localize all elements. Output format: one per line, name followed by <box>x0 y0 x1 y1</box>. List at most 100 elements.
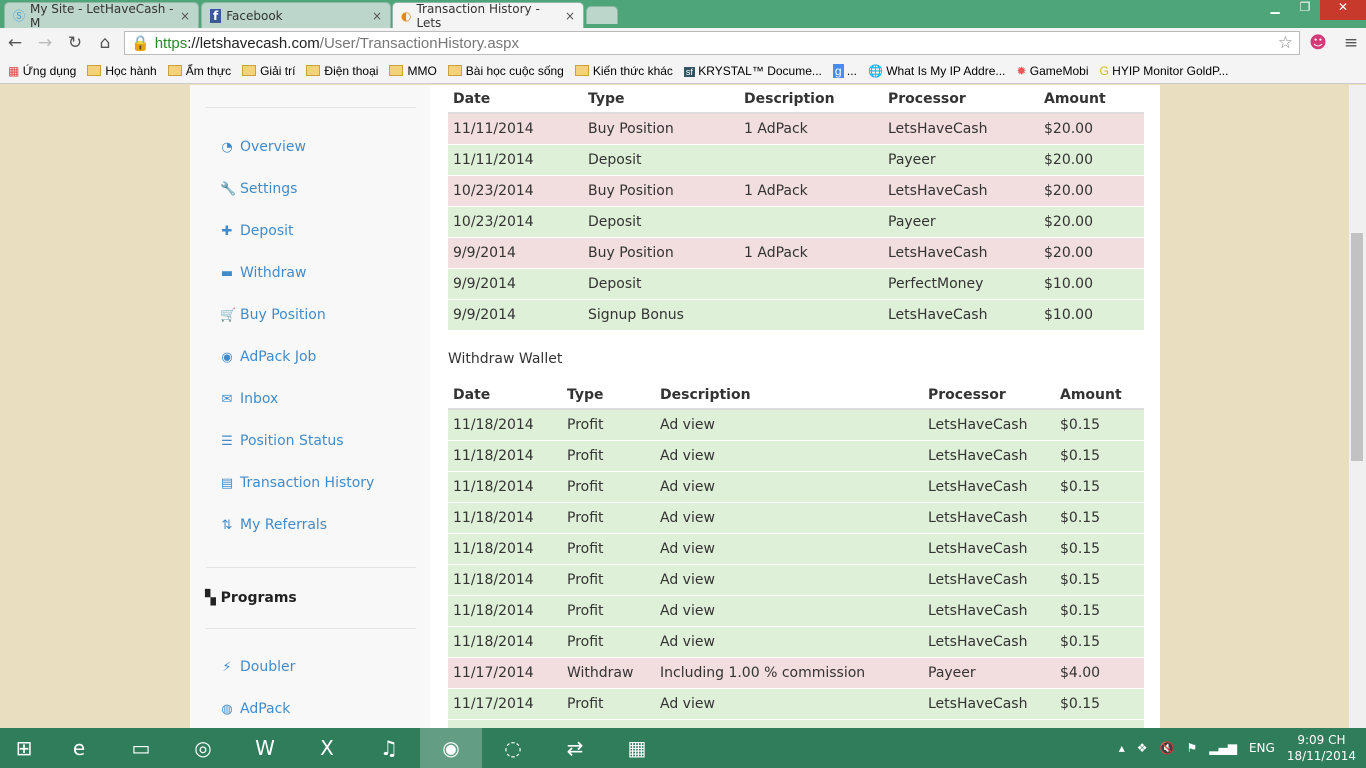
table-cell: Signup Bonus <box>583 298 739 330</box>
column-header: Amount <box>1039 85 1144 114</box>
explorer-icon[interactable]: ▭ <box>110 728 172 768</box>
chrome-icon[interactable]: ◉ <box>420 728 482 768</box>
table-cell: Withdraw <box>562 656 655 688</box>
sidebar-item-overview[interactable]: ◔ Overview <box>220 139 306 155</box>
table-cell: Profit <box>562 594 655 626</box>
close-icon[interactable]: × <box>565 9 575 23</box>
table-cell: Profit <box>562 439 655 471</box>
hyip-icon: G <box>1099 63 1109 78</box>
table-cell: LetsHaveCash <box>923 470 1055 502</box>
signal-icon[interactable]: ▂▄▆ <box>1209 741 1237 755</box>
bookmark-gamemobi[interactable]: ✹ GameMobi <box>1016 64 1088 78</box>
reload-button[interactable]: ↻ <box>60 33 90 53</box>
close-icon[interactable]: × <box>372 9 382 23</box>
sidebar: ◔ Overview 🔧 Settings ✚ Deposit ▬ Withdraw 🛒 Buy … <box>190 85 430 728</box>
scrollbar-thumb[interactable] <box>1351 233 1363 461</box>
ie-icon[interactable]: e <box>48 728 110 768</box>
close-window-button[interactable]: ✕ <box>1320 0 1366 20</box>
calculator-icon[interactable]: ▦ <box>606 728 668 768</box>
excel-icon[interactable]: X <box>296 728 358 768</box>
close-icon[interactable]: × <box>180 9 190 23</box>
tab-my-site[interactable]: Ⓢ My Site - LetHaveCash - M × <box>4 1 199 30</box>
table-row: 11/11/2014 Deposit Payeer $20.00 <box>448 143 1144 175</box>
bookmark-folder[interactable]: Giải trí <box>242 64 295 78</box>
table-cell <box>562 718 655 728</box>
tab-facebook[interactable]: f Facebook × <box>201 2 391 28</box>
table-cell: 11/18/2014 <box>448 408 562 440</box>
sidebar-item-buy-position[interactable]: 🛒 Buy Position <box>220 307 326 323</box>
bookmark-krystal[interactable]: sf KRYSTAL™ Docume... <box>683 64 822 78</box>
column-header: Amount <box>1055 381 1144 410</box>
teamviewer-icon[interactable]: ⇄ <box>544 728 606 768</box>
browser-icon[interactable]: ◌ <box>482 728 544 768</box>
sidebar-item-inbox[interactable]: ✉ Inbox <box>220 391 279 407</box>
restore-button[interactable]: ❐ <box>1290 0 1320 20</box>
bookmark-folder[interactable]: Điện thoại <box>306 64 378 78</box>
table-cell: 1 AdPack <box>739 112 883 144</box>
table-cell: Deposit <box>583 143 739 175</box>
table-row: 11/18/2014 Profit Ad view LetsHaveCash $0.15 <box>448 470 1144 502</box>
sidebar-item-adpack[interactable]: ◍ AdPack <box>220 701 290 717</box>
dropbox-icon[interactable]: ❖ <box>1137 741 1148 755</box>
table-cell: $0.15 <box>1055 532 1144 564</box>
table-row: 11/18/2014 Profit Ad view LetsHaveCash $0.15 <box>448 594 1144 626</box>
sidebar-item-label: My Referrals <box>240 517 328 533</box>
sidebar-item-settings[interactable]: 🔧 Settings <box>220 181 297 197</box>
sidebar-item-adpack-job[interactable]: ◉ AdPack Job <box>220 349 316 365</box>
star-icon[interactable]: ☆ <box>1278 33 1293 53</box>
bookmark-folder[interactable]: Bài học cuộc sống <box>447 64 564 78</box>
column-header: Processor <box>883 85 1039 114</box>
bookmark-folder[interactable]: Kiến thức khác <box>574 64 673 78</box>
minimize-button[interactable]: ▁ <box>1260 0 1290 20</box>
table-cell: Payeer <box>923 656 1055 688</box>
table-cell: Profit <box>562 408 655 440</box>
table-cell: $0.15 <box>1055 501 1144 533</box>
table-cell: $20.00 <box>1039 205 1144 237</box>
table-cell: LetsHaveCash <box>883 174 1039 206</box>
menu-icon[interactable]: ≡ <box>1336 33 1366 53</box>
clock[interactable]: 9:09 CH 18/11/2014 <box>1287 732 1356 764</box>
folder-icon <box>574 64 589 76</box>
bookmark-folder[interactable]: Học hành <box>87 64 157 78</box>
action-center-icon[interactable]: ⚑ <box>1187 741 1198 755</box>
sidebar-item-doubler[interactable]: ⚡ Doubler <box>220 659 295 675</box>
folder-icon <box>167 64 182 76</box>
home-button[interactable]: ⌂ <box>90 33 120 53</box>
programs-heading: ▚ Programs <box>205 590 297 606</box>
sidebar-item-withdraw[interactable]: ▬ Withdraw <box>220 265 307 281</box>
bookmark-whatismyip[interactable]: 🌐 What Is My IP Addre... <box>868 64 1005 78</box>
back-button[interactable]: ← <box>0 33 30 53</box>
bookmark-google[interactable]: g ... <box>832 63 857 78</box>
bookmarks-bar: ▦ Ứng dụng Học hành Ẩm thực Giải trí Điệ… <box>0 58 1366 84</box>
table-cell: 11/18/2014 <box>448 563 562 595</box>
sidebar-item-my-referrals[interactable]: ⇅ My Referrals <box>220 517 328 533</box>
sidebar-item-deposit[interactable]: ✚ Deposit <box>220 223 294 239</box>
bookmark-apps[interactable]: ▦ Ứng dụng <box>8 64 76 78</box>
tab-title: My Site - LetHaveCash - M <box>30 1 174 30</box>
sidebar-item-position-status[interactable]: ☰ Position Status <box>220 433 343 449</box>
show-hidden-icons[interactable]: ▴ <box>1119 741 1125 755</box>
itunes-icon[interactable]: ♫ <box>358 728 420 768</box>
bookmark-folder[interactable]: MMO <box>389 64 437 78</box>
word-icon[interactable]: W <box>234 728 296 768</box>
extension-icon[interactable]: ☻ <box>1303 33 1333 53</box>
app-icon[interactable]: ◎ <box>172 728 234 768</box>
folder-icon <box>447 64 462 76</box>
bookmark-hyip[interactable]: G HYIP Monitor GoldP... <box>1099 64 1228 78</box>
start-icon[interactable]: ⊞ <box>0 728 48 768</box>
volume-muted-icon[interactable]: 🔇 <box>1160 741 1175 755</box>
table-cell: $10.00 <box>1039 267 1144 299</box>
tab-transaction-history[interactable]: ◐ Transaction History - Lets × <box>392 2 584 30</box>
table-cell: 11/18/2014 <box>448 532 562 564</box>
bookmark-folder[interactable]: Ẩm thực <box>167 64 231 78</box>
google-icon: g <box>832 63 844 78</box>
table-cell: Ad view <box>655 470 923 502</box>
table-cell: 10/23/2014 <box>448 205 583 237</box>
table-header: Date Type Description Processor Amount <box>448 381 1144 410</box>
language-indicator[interactable]: ENG <box>1249 741 1275 755</box>
sidebar-item-transaction-history[interactable]: ▤ Transaction History <box>220 475 375 491</box>
forward-button[interactable]: → <box>30 33 60 53</box>
scrollbar[interactable] <box>1349 85 1366 728</box>
new-tab-button[interactable] <box>586 6 618 24</box>
address-bar[interactable]: 🔒 https://letshavecash.com/User/Transact… <box>124 31 1300 55</box>
